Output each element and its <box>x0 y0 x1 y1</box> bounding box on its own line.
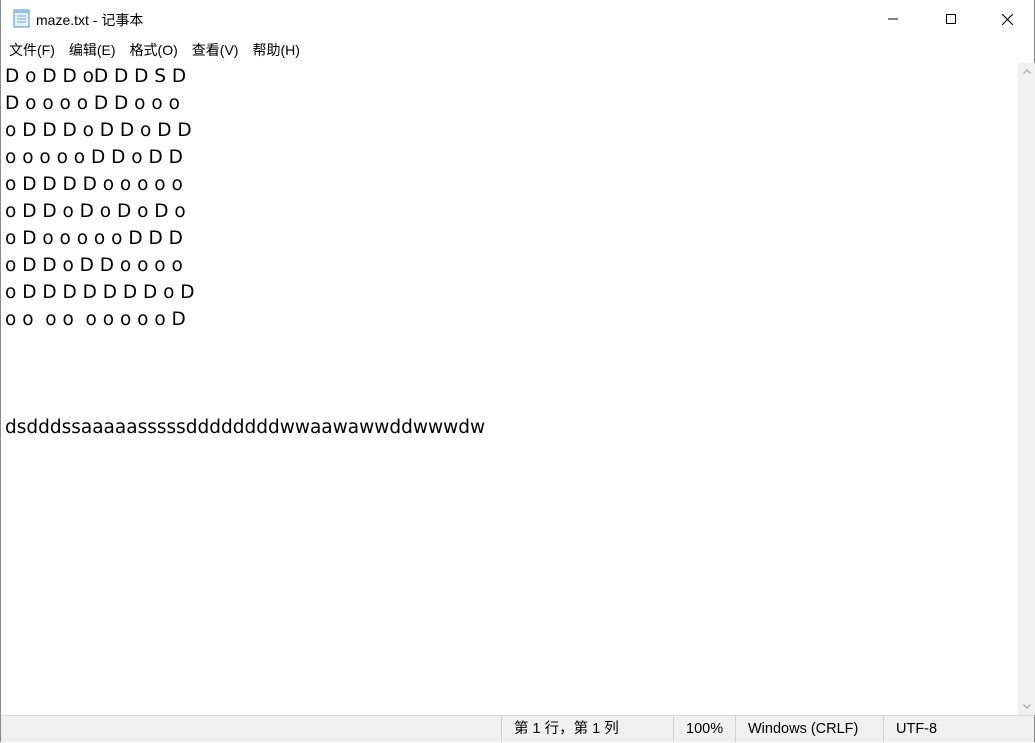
minimize-icon <box>888 18 898 20</box>
menu-bar: 文件(F) 编辑(E) 格式(O) 查看(V) 帮助(H) <box>1 38 1034 62</box>
editor-line[interactable] <box>5 387 485 414</box>
chevron-down-icon <box>1022 704 1031 709</box>
zoom-level: 100% <box>673 716 735 742</box>
menu-edit[interactable]: 编辑(E) <box>62 38 123 62</box>
editor-line[interactable]: o D o o o o o D D D <box>5 225 485 252</box>
editor-line[interactable]: o o o o o o o o o D <box>5 306 485 333</box>
title-bar[interactable]: maze.txt - 记事本 <box>1 0 1034 38</box>
close-icon <box>1001 13 1013 25</box>
editor-line[interactable]: o D D o D o D o D o <box>5 198 485 225</box>
editor-line[interactable] <box>5 360 485 387</box>
vertical-scrollbar[interactable] <box>1018 63 1035 715</box>
menu-help[interactable]: 帮助(H) <box>245 38 306 62</box>
editor-line[interactable]: o D D D D o o o o o <box>5 171 485 198</box>
menu-format[interactable]: 格式(O) <box>123 38 185 62</box>
scroll-up-button[interactable] <box>1018 63 1035 80</box>
status-bar: 第 1 行，第 1 列 100% Windows (CRLF) UTF-8 <box>1 715 1034 742</box>
editor-line[interactable]: o D D D o D D o D D <box>5 117 485 144</box>
maximize-icon <box>946 14 956 24</box>
editor-line[interactable] <box>5 333 485 360</box>
maximize-button[interactable] <box>922 0 980 38</box>
window-title: maze.txt - 记事本 <box>36 12 144 28</box>
editor-line[interactable]: D o D D oD D D S D <box>5 63 485 90</box>
text-editor[interactable]: D o D D oD D D S DD o o o o D D o o oo D… <box>1 63 1018 715</box>
chevron-up-icon <box>1022 69 1031 74</box>
minimize-button[interactable] <box>864 0 922 38</box>
cursor-position: 第 1 行，第 1 列 <box>501 716 673 742</box>
editor-line[interactable]: o D D o D D o o o o <box>5 252 485 279</box>
line-ending: Windows (CRLF) <box>735 716 883 742</box>
editor-line[interactable]: o D D D D D D D o D <box>5 279 485 306</box>
scroll-down-button[interactable] <box>1018 698 1035 715</box>
editor-line[interactable]: D o o o o D D o o o <box>5 90 485 117</box>
editor-line[interactable]: dsdddssaaaaasssssddddddddwwaawawwddwwwdw <box>5 414 485 441</box>
close-button[interactable] <box>978 0 1035 38</box>
encoding: UTF-8 <box>883 716 1018 742</box>
notepad-icon <box>13 9 30 28</box>
editor-content[interactable]: D o D D oD D D S DD o o o o D D o o oo D… <box>5 63 485 441</box>
menu-view[interactable]: 查看(V) <box>185 38 246 62</box>
editor-line[interactable]: o o o o o D D o D D <box>5 144 485 171</box>
notepad-window: maze.txt - 记事本 文件(F) 编辑(E) 格式(O) 查看(V) 帮… <box>0 0 1035 742</box>
menu-file[interactable]: 文件(F) <box>1 38 62 62</box>
